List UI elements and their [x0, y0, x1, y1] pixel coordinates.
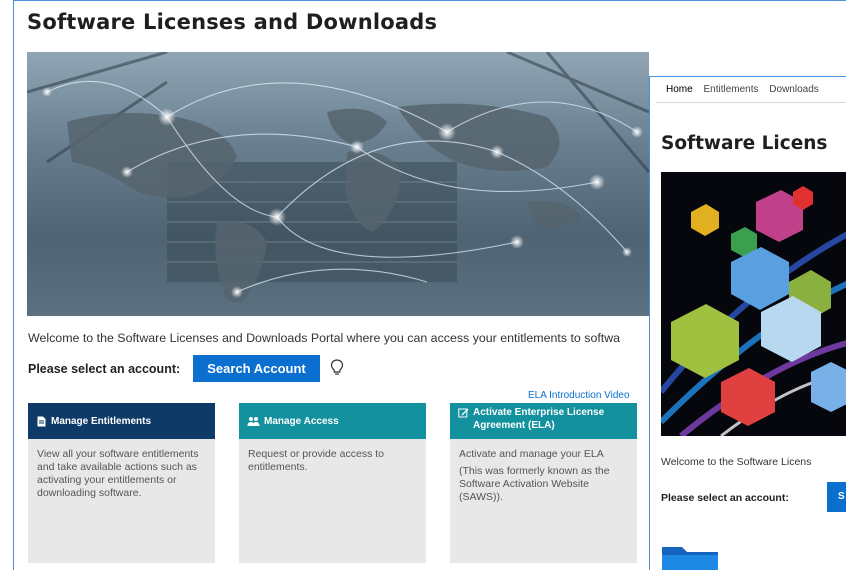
card-text: Activate and manage your ELA [459, 448, 604, 460]
folder-icon[interactable] [662, 543, 718, 570]
manage-access-card[interactable]: Manage Access Request or provide access … [239, 403, 426, 563]
card-title: Manage Entitlements [51, 415, 152, 427]
welcome-text: Welcome to the Software Licenses and Dow… [28, 331, 621, 345]
nav-home[interactable]: Home [666, 84, 693, 95]
hero-banner-world-map [27, 52, 649, 316]
nav-entitlements[interactable]: Entitlements [703, 84, 758, 95]
nav-downloads[interactable]: Downloads [769, 84, 818, 95]
document-icon [37, 416, 46, 426]
lightbulb-icon[interactable] [330, 358, 344, 378]
page-title: Software Licenses and Downloads [27, 10, 438, 34]
search-account-button[interactable]: Search Account [193, 355, 320, 382]
edit-icon [458, 408, 469, 418]
overlay-search-button[interactable]: S [827, 482, 846, 512]
overlay-select-account-label: Please select an account: [661, 492, 789, 504]
hero-image [27, 52, 649, 316]
card-description: View all your software entitlements and … [28, 439, 215, 513]
nav-divider [656, 102, 846, 103]
card-description: Activate and manage your ELA (This was f… [450, 439, 637, 517]
overlay-page-window: Home Entitlements Downloads Software Lic… [649, 76, 846, 570]
card-header[interactable]: Manage Access [239, 403, 426, 439]
overlay-welcome-text: Welcome to the Software Licens [661, 456, 812, 468]
card-title: Activate Enterprise License Agreement (E… [473, 407, 605, 431]
manage-entitlements-card[interactable]: Manage Entitlements View all your softwa… [28, 403, 215, 563]
ela-introduction-video-link[interactable]: ELA Introduction Video [528, 390, 630, 401]
card-title: Manage Access [264, 415, 339, 427]
activate-ela-card[interactable]: Activate Enterprise License Agreement (E… [450, 403, 637, 563]
card-text: View all your software entitlements and … [37, 448, 199, 499]
card-text: Request or provide access to entitlement… [248, 448, 384, 473]
overlay-hero-cubes-image [661, 172, 846, 436]
overlay-nav-bar: Home Entitlements Downloads [666, 84, 827, 95]
overlay-page-title: Software Licens [661, 133, 828, 154]
select-account-label: Please select an account: [28, 362, 181, 376]
card-text-note: (This was formerly known as the Software… [459, 465, 610, 503]
card-description: Request or provide access to entitlement… [239, 439, 426, 487]
card-header[interactable]: Activate Enterprise License Agreement (E… [450, 403, 637, 439]
card-header[interactable]: Manage Entitlements [28, 403, 215, 439]
users-icon [247, 416, 260, 426]
cubes-image [661, 186, 846, 436]
